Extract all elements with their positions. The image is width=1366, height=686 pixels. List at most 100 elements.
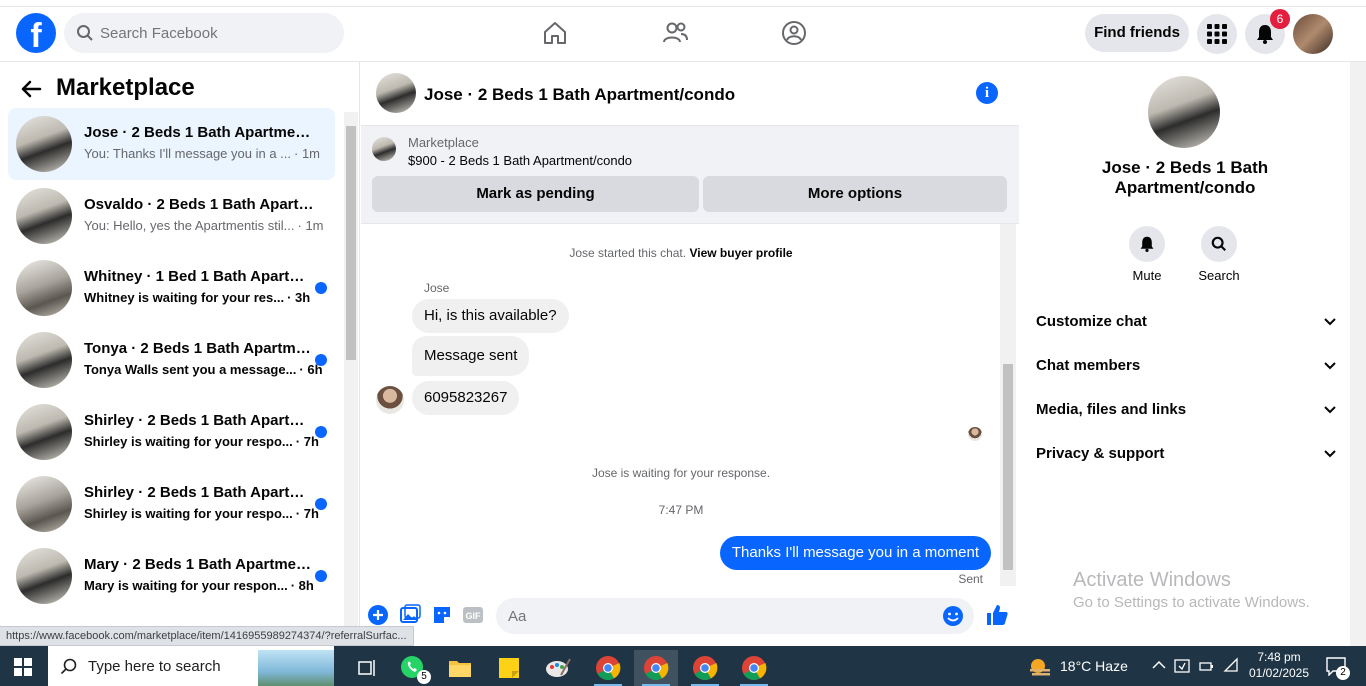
unread-dot bbox=[315, 282, 327, 294]
sticky-notes-app[interactable] bbox=[487, 650, 531, 686]
find-friends-button[interactable]: Find friends bbox=[1085, 14, 1189, 52]
chrome-app-2[interactable] bbox=[634, 650, 678, 686]
paint-app[interactable] bbox=[536, 650, 580, 686]
conversation-snippet: Whitney is waiting for your res... · 3h bbox=[84, 290, 324, 305]
section-label: Media, files and links bbox=[1036, 401, 1187, 418]
listing-thumbnail bbox=[16, 116, 72, 172]
back-arrow-icon[interactable] bbox=[20, 78, 42, 100]
message-bubble-outgoing[interactable]: Thanks I'll message you in a moment bbox=[719, 536, 991, 570]
more-options-button[interactable]: More options bbox=[703, 176, 1007, 212]
taskbar-clock[interactable]: 7:48 pm 01/02/2025 bbox=[1244, 649, 1314, 681]
conversation-item[interactable]: Osvaldo · 2 Beds 1 Bath Apartment/condo Y… bbox=[8, 180, 335, 252]
conversation-name: Whitney · 1 Bed 1 Bath Apartment/condo bbox=[84, 268, 314, 285]
home-icon[interactable] bbox=[541, 19, 569, 47]
system-tray-icon[interactable] bbox=[1174, 658, 1190, 674]
taskbar-search-box[interactable]: Type here to search bbox=[48, 646, 334, 686]
conversation-name: Jose · 2 Beds 1 Bath Apartment/condo bbox=[84, 124, 314, 141]
listing-banner: Marketplace $900 - 2 Beds 1 Bath Apartme… bbox=[361, 126, 1019, 224]
section-label: Customize chat bbox=[1036, 313, 1147, 330]
listing-thumbnail[interactable] bbox=[376, 73, 416, 113]
section-label: Chat members bbox=[1036, 357, 1141, 374]
privacy-support-section[interactable]: Privacy & support bbox=[1036, 432, 1336, 476]
message-bubble-incoming[interactable]: Hi, is this available? bbox=[412, 299, 569, 333]
weather-text[interactable]: 18°C Haze bbox=[1060, 658, 1128, 674]
folder-icon bbox=[449, 661, 471, 677]
unread-dot bbox=[315, 570, 327, 582]
search-in-chat-button[interactable]: Search bbox=[1189, 226, 1249, 283]
notification-count-badge: 6 bbox=[1270, 9, 1290, 29]
mute-button[interactable]: Mute bbox=[1117, 226, 1177, 283]
message-bubble-incoming[interactable]: 6095823267 bbox=[412, 381, 520, 415]
photo-icon[interactable] bbox=[399, 604, 421, 626]
chrome-app-4[interactable] bbox=[732, 650, 776, 686]
windows-start-icon[interactable] bbox=[14, 658, 32, 676]
search-input[interactable] bbox=[100, 13, 330, 53]
view-buyer-profile-link[interactable]: View buyer profile bbox=[689, 246, 792, 260]
conversation-item[interactable]: Tonya · 2 Beds 1 Bath Apartment/condo Ton… bbox=[8, 324, 335, 396]
status-bar-url: https://www.facebook.com/marketplace/ite… bbox=[0, 626, 414, 646]
listing-thumbnail bbox=[16, 332, 72, 388]
search-highlight-image bbox=[258, 650, 334, 686]
chevron-up-icon[interactable] bbox=[1152, 660, 1166, 670]
search-icon bbox=[60, 658, 77, 675]
facebook-logo[interactable]: f bbox=[16, 13, 56, 53]
sender-avatar[interactable] bbox=[376, 386, 404, 414]
listing-label: Marketplace bbox=[408, 135, 479, 150]
chat-started-note: Jose started this chat. View buyer profi… bbox=[569, 246, 793, 260]
message-input-box[interactable] bbox=[496, 598, 974, 634]
grid-menu-icon bbox=[1207, 24, 1227, 44]
sticky-note-icon bbox=[499, 658, 519, 678]
conversation-item[interactable]: Jose · 2 Beds 1 Bath Apartment/condo You:… bbox=[8, 108, 335, 180]
sent-status: Sent bbox=[958, 572, 983, 586]
customize-chat-section[interactable]: Customize chat bbox=[1036, 300, 1336, 344]
conversation-item[interactable]: Whitney · 1 Bed 1 Bath Apartment/condo Wh… bbox=[8, 252, 335, 324]
mark-as-pending-button[interactable]: Mark as pending bbox=[372, 176, 699, 212]
sticker-icon[interactable] bbox=[431, 604, 453, 626]
task-view-button[interactable] bbox=[346, 650, 390, 686]
page-scrollbar[interactable] bbox=[1350, 62, 1366, 646]
clock-date: 01/02/2025 bbox=[1248, 666, 1310, 680]
info-icon[interactable]: i bbox=[976, 82, 998, 104]
snippet-time: · 7h bbox=[295, 434, 319, 449]
file-explorer-app[interactable] bbox=[438, 650, 482, 686]
menu-button[interactable] bbox=[1197, 14, 1237, 54]
power-icon[interactable] bbox=[1199, 658, 1215, 674]
windows-taskbar: Type here to search 5 18°C Haze 7:48 pm … bbox=[0, 646, 1366, 686]
chrome-icon bbox=[644, 656, 669, 681]
weather-icon[interactable] bbox=[1028, 656, 1052, 678]
chrome-app-3[interactable] bbox=[683, 650, 727, 686]
whatsapp-app[interactable]: 5 bbox=[390, 650, 434, 686]
conversation-item[interactable]: Shirley · 2 Beds 1 Bath Apartment/condo S… bbox=[8, 468, 335, 540]
friends-icon[interactable] bbox=[661, 19, 689, 47]
chat-avatar-large[interactable] bbox=[1148, 76, 1220, 148]
conversation-snippet: You: Thanks I'll message you in a ... · 1… bbox=[84, 146, 324, 161]
conversation-item[interactable]: Shirley · 2 Beds 1 Bath Apartment/condo S… bbox=[8, 396, 335, 468]
emoji-icon[interactable] bbox=[942, 605, 964, 627]
left-scrollbar[interactable] bbox=[344, 112, 358, 646]
groups-icon[interactable] bbox=[780, 19, 808, 47]
chat-window: Jose · 2 Beds 1 Bath Apartment/condo i M… bbox=[361, 62, 1019, 646]
scrollbar-thumb[interactable] bbox=[346, 126, 356, 360]
chat-header: Jose · 2 Beds 1 Bath Apartment/condo i bbox=[361, 62, 1019, 126]
plus-circle-icon[interactable] bbox=[367, 604, 389, 626]
search-bar[interactable] bbox=[64, 13, 344, 53]
scrollbar-thumb[interactable] bbox=[1003, 364, 1013, 570]
section-label: Privacy & support bbox=[1036, 445, 1165, 462]
snippet-text: Shirley is waiting for your respo... bbox=[84, 434, 293, 449]
listing-price[interactable]: $900 - 2 Beds 1 Bath Apartment/condo bbox=[408, 153, 632, 168]
wifi-icon[interactable] bbox=[1223, 657, 1239, 673]
chat-title[interactable]: Jose · 2 Beds 1 Bath Apartment/condo bbox=[424, 85, 735, 105]
chat-members-section[interactable]: Chat members bbox=[1036, 344, 1336, 388]
media-files-links-section[interactable]: Media, files and links bbox=[1036, 388, 1336, 432]
conversation-item[interactable]: Mary · 2 Beds 1 Bath Apartment/condo Mary… bbox=[8, 540, 335, 612]
chrome-app-1[interactable] bbox=[586, 650, 630, 686]
message-input[interactable] bbox=[508, 598, 928, 634]
gif-icon[interactable]: GIF bbox=[462, 604, 484, 626]
listing-thumbnail bbox=[16, 548, 72, 604]
chat-scrollbar[interactable] bbox=[1000, 224, 1016, 586]
thumbs-up-icon[interactable] bbox=[985, 603, 1009, 627]
windows-activation-watermark: Activate Windows Go to Settings to activ… bbox=[1073, 569, 1310, 611]
message-bubble-incoming[interactable]: Message sent bbox=[412, 336, 530, 376]
snippet-time: · 1m bbox=[294, 146, 320, 161]
profile-avatar[interactable] bbox=[1293, 14, 1333, 54]
